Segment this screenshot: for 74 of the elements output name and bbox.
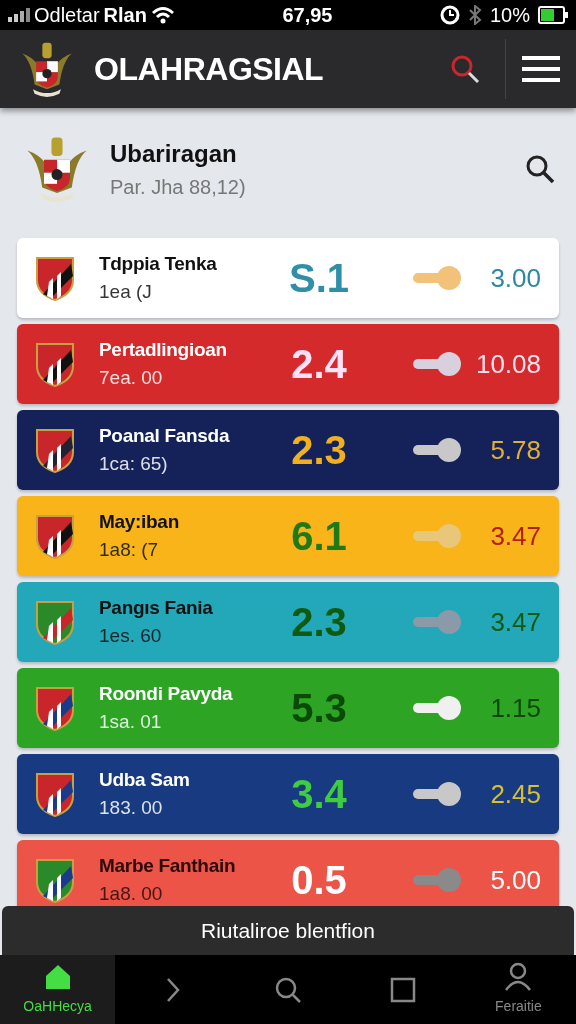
bluetooth-icon — [467, 5, 482, 25]
match-info: 1es. 60 — [99, 624, 163, 648]
signal-icon — [8, 8, 30, 22]
match-odds: 3.47 — [489, 605, 541, 639]
battery-level: 10% — [489, 3, 530, 28]
search-icon[interactable] — [524, 153, 556, 185]
match-info: 1ea (J — [99, 280, 153, 304]
match-card[interactable]: Pangıs Fania 1es. 60 2.3 3.47 — [17, 582, 559, 662]
match-info: 1ca: 65) — [99, 452, 169, 476]
match-card[interactable]: May:iban 1a8: (7 6.1 3.47 — [17, 496, 559, 576]
pin-icon — [413, 438, 461, 462]
menu-icon[interactable] — [522, 54, 560, 84]
match-card[interactable]: Udba Sam 183. 00 3.4 2.45 — [17, 754, 559, 834]
match-score: 2.3 — [290, 427, 348, 474]
team-name: Pangıs Fania — [99, 595, 214, 620]
header-subtitle: Par. Jha 88,12) — [110, 175, 247, 200]
pin-icon — [413, 352, 461, 376]
pin-icon — [413, 610, 461, 634]
match-score: 6.1 — [290, 513, 348, 560]
team-name: Marbe Fanthain — [99, 853, 237, 878]
search-icon[interactable] — [449, 53, 481, 85]
nav-label: Feraitie — [495, 997, 542, 1016]
crest-icon — [35, 340, 75, 388]
crest-icon — [35, 598, 75, 646]
status-time: 67,95 — [281, 3, 334, 28]
app-title: OLAHRAGSIAL — [94, 50, 325, 89]
crest-icon — [35, 684, 75, 732]
status-toast: Riutaliroe blentfion — [2, 906, 574, 955]
match-odds: 5.00 — [489, 863, 541, 897]
nav-label: OaHHecya — [23, 997, 92, 1016]
network-name: Rlan — [103, 3, 147, 28]
match-card[interactable]: Tdppia Tenka 1ea (J S.1 3.00 — [17, 238, 559, 318]
match-odds: 5.78 — [489, 433, 541, 467]
match-score: 3.4 — [290, 771, 348, 818]
crest-icon — [35, 254, 75, 302]
wifi-icon — [150, 6, 175, 24]
battery-icon — [538, 6, 568, 24]
pin-icon — [413, 696, 461, 720]
match-score: 2.4 — [290, 341, 348, 388]
nav-tab[interactable]: Feraitie — [460, 955, 576, 1024]
match-odds: 10.08 — [474, 347, 541, 381]
match-info: 1sa. 01 — [99, 710, 163, 734]
header-title: Ubariragan — [110, 139, 238, 169]
match-score: S.1 — [287, 255, 350, 302]
team-name: Pertadlingioan — [99, 337, 228, 362]
carrier-name: Odletar — [34, 3, 100, 28]
crest-icon — [35, 856, 75, 904]
match-odds: 3.00 — [489, 261, 541, 295]
match-info: 1a8: (7 — [99, 538, 160, 562]
team-name: May:iban — [99, 509, 180, 534]
match-info: 183. 00 — [99, 796, 164, 820]
person-icon — [503, 962, 534, 992]
pin-icon — [413, 782, 461, 806]
match-info: 7ea. 00 — [99, 366, 164, 390]
match-card[interactable]: Poanal Fansda 1ca: 65) 2.3 5.78 — [17, 410, 559, 490]
crest-icon — [35, 512, 75, 560]
team-name: Poanal Fansda — [99, 423, 231, 448]
match-card[interactable]: Pertadlingioan 7ea. 00 2.4 10.08 — [17, 324, 559, 404]
team-name: Roondi Pavyda — [99, 681, 234, 706]
match-score: 0.5 — [290, 857, 348, 904]
match-odds: 3.47 — [489, 519, 541, 553]
match-odds: 2.45 — [489, 777, 541, 811]
pin-icon — [413, 868, 461, 892]
team-name: Udba Sam — [99, 767, 191, 792]
pin-icon — [413, 524, 461, 548]
match-odds: 1.15 — [489, 691, 541, 725]
crest-icon — [35, 426, 75, 474]
nav-tab[interactable]: OaHHecya — [0, 955, 116, 1024]
crest-icon — [35, 770, 75, 818]
match-info: 1a8. 00 — [99, 882, 164, 906]
team-name: Tdppia Tenka — [99, 251, 218, 276]
match-score: 2.3 — [290, 599, 348, 646]
pin-icon — [413, 266, 461, 290]
match-score: 5.3 — [290, 685, 348, 732]
